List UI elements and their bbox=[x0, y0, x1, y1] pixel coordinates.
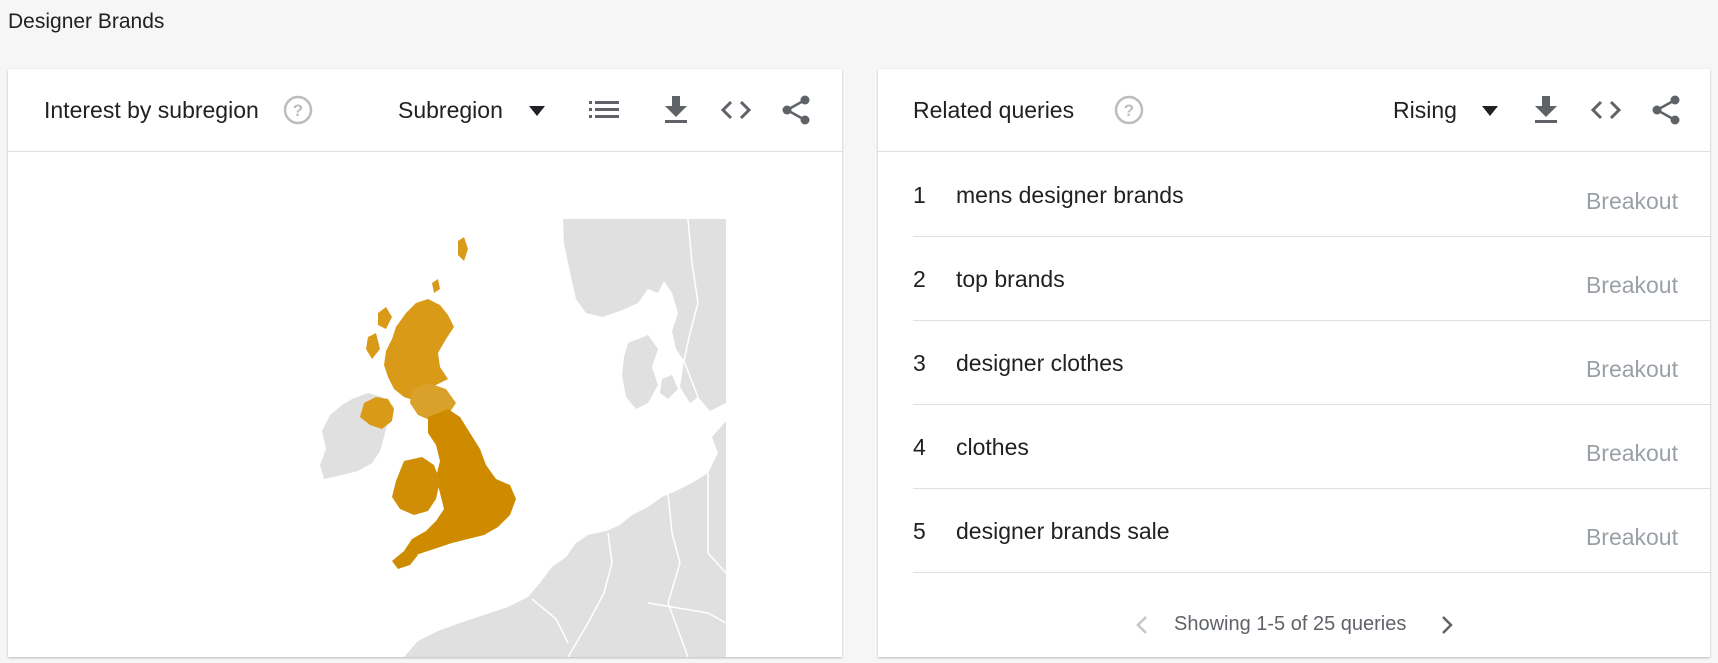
help-icon[interactable]: ? bbox=[1113, 94, 1145, 126]
subregion-dropdown[interactable]: Subregion bbox=[398, 97, 503, 124]
interest-by-subregion-card: Interest by subregion ? Subregion bbox=[8, 69, 842, 658]
embed-icon[interactable] bbox=[720, 94, 752, 126]
query-value: Breakout bbox=[1585, 272, 1678, 298]
query-rank: 3 bbox=[913, 350, 926, 376]
query-rank: 5 bbox=[913, 518, 926, 544]
query-row[interactable]: 2 top brands Breakout bbox=[913, 237, 1710, 321]
related-queries-card: Related queries ? Rising 1 mens designer… bbox=[878, 69, 1710, 657]
query-rank: 1 bbox=[913, 182, 926, 208]
query-text[interactable]: designer clothes bbox=[956, 350, 1124, 377]
query-rank: 4 bbox=[913, 434, 926, 460]
help-icon[interactable]: ? bbox=[282, 94, 314, 126]
query-row[interactable]: 4 clothes Breakout bbox=[913, 405, 1710, 489]
query-text[interactable]: designer brands sale bbox=[956, 518, 1170, 545]
query-row[interactable]: 5 designer brands sale Breakout bbox=[913, 489, 1710, 573]
embed-icon[interactable] bbox=[1590, 94, 1622, 126]
share-icon[interactable] bbox=[780, 94, 812, 126]
query-row[interactable]: 1 mens designer brands Breakout bbox=[913, 153, 1710, 237]
card-title: Related queries bbox=[913, 97, 1075, 123]
query-row[interactable]: 3 designer clothes Breakout bbox=[913, 321, 1710, 405]
query-value: Breakout bbox=[1585, 356, 1678, 382]
download-icon[interactable] bbox=[1530, 94, 1562, 126]
wales-region bbox=[392, 457, 440, 515]
list-icon[interactable] bbox=[588, 94, 620, 126]
query-value: Breakout bbox=[1585, 188, 1678, 214]
page-title: Designer Brands bbox=[8, 10, 165, 33]
chevron-down-icon[interactable] bbox=[1481, 105, 1499, 117]
svg-text:?: ? bbox=[293, 101, 303, 120]
query-value: Breakout bbox=[1585, 524, 1678, 550]
subregion-map bbox=[8, 153, 842, 658]
card-header: Related queries ? Rising bbox=[878, 69, 1710, 152]
query-text[interactable]: top brands bbox=[956, 266, 1065, 293]
pagination: Showing 1-5 of 25 queries bbox=[878, 605, 1710, 645]
rising-dropdown[interactable]: Rising bbox=[1393, 97, 1457, 124]
chevron-down-icon[interactable] bbox=[528, 105, 546, 117]
svg-text:?: ? bbox=[1124, 101, 1134, 120]
download-icon[interactable] bbox=[660, 94, 692, 126]
query-rank: 2 bbox=[913, 266, 926, 292]
scotland-region bbox=[384, 299, 454, 401]
query-value: Breakout bbox=[1585, 440, 1678, 466]
pagination-text: Showing 1-5 of 25 queries bbox=[1174, 613, 1407, 635]
card-header: Interest by subregion ? Subregion bbox=[8, 69, 842, 152]
card-title: Interest by subregion bbox=[44, 97, 259, 123]
chevron-left-icon[interactable] bbox=[1128, 611, 1156, 639]
uk-map bbox=[320, 218, 727, 658]
query-text[interactable]: mens designer brands bbox=[956, 182, 1184, 209]
share-icon[interactable] bbox=[1650, 94, 1682, 126]
chevron-right-icon[interactable] bbox=[1433, 611, 1461, 639]
query-text[interactable]: clothes bbox=[956, 434, 1029, 461]
